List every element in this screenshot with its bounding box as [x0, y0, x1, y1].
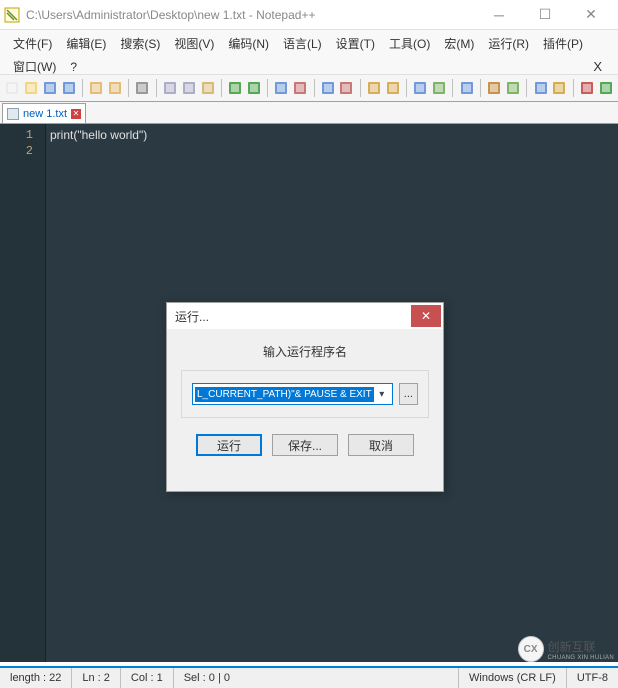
- tab-label: new 1.txt: [23, 108, 67, 120]
- close-all-icon[interactable]: [107, 78, 124, 98]
- gutter: 1 2: [0, 124, 46, 662]
- separator: [267, 79, 268, 97]
- run-button[interactable]: 运行: [196, 434, 262, 456]
- maximize-button[interactable]: ☐: [522, 0, 568, 30]
- lang-icon[interactable]: [486, 78, 503, 98]
- save-button[interactable]: 保存...: [272, 434, 338, 456]
- find-icon[interactable]: [273, 78, 290, 98]
- menu-tools[interactable]: 工具(O): [382, 32, 437, 55]
- toolbar: [0, 74, 618, 102]
- tabbar: new 1.txt ✕: [0, 102, 618, 124]
- program-name-combobox[interactable]: L_CURRENT_PATH)"& PAUSE & EXIT ▾: [192, 383, 393, 405]
- line-number: 2: [0, 143, 45, 159]
- sync-h-icon[interactable]: [384, 78, 401, 98]
- separator: [82, 79, 83, 97]
- chevron-down-icon[interactable]: ▾: [374, 389, 390, 400]
- menu-encoding[interactable]: 编码(N): [221, 32, 276, 55]
- minimize-button[interactable]: ─: [476, 0, 522, 30]
- status-line: Ln : 2: [72, 668, 121, 688]
- menu-settings[interactable]: 设置(T): [329, 32, 382, 55]
- copy-icon[interactable]: [180, 78, 197, 98]
- save-all-icon[interactable]: [60, 78, 77, 98]
- menubar: 文件(F) 编辑(E) 搜索(S) 视图(V) 编码(N) 语言(L) 设置(T…: [0, 30, 618, 74]
- undo-icon[interactable]: [227, 78, 244, 98]
- separator: [406, 79, 407, 97]
- menu-help[interactable]: ?: [63, 57, 84, 77]
- sync-v-icon[interactable]: [366, 78, 383, 98]
- doc-map-icon[interactable]: [505, 78, 522, 98]
- redo-icon[interactable]: [245, 78, 262, 98]
- zoom-in-icon[interactable]: [319, 78, 336, 98]
- line-number: 1: [0, 127, 45, 143]
- separator: [480, 79, 481, 97]
- watermark-subtext: CHUANG XIN HULIAN: [548, 655, 614, 661]
- status-length: length : 22: [0, 668, 72, 688]
- show-all-icon[interactable]: [431, 78, 448, 98]
- close-icon[interactable]: [88, 78, 105, 98]
- file-icon: [7, 108, 19, 120]
- close-button[interactable]: ✕: [568, 0, 614, 30]
- folder-icon[interactable]: [551, 78, 568, 98]
- menu-search[interactable]: 搜索(S): [113, 32, 167, 55]
- separator: [156, 79, 157, 97]
- dialog-label: 输入运行程序名: [179, 343, 431, 360]
- separator: [314, 79, 315, 97]
- menu-file[interactable]: 文件(F): [6, 32, 59, 55]
- titlebar: C:\Users\Administrator\Desktop\new 1.txt…: [0, 0, 618, 30]
- indent-guide-icon[interactable]: [458, 78, 475, 98]
- cut-icon[interactable]: [162, 78, 179, 98]
- dialog-title: 运行...: [175, 308, 209, 325]
- menu-edit[interactable]: 编辑(E): [59, 32, 113, 55]
- combobox-value: L_CURRENT_PATH)"& PAUSE & EXIT: [195, 387, 374, 402]
- function-list-icon[interactable]: [532, 78, 549, 98]
- separator: [360, 79, 361, 97]
- separator: [452, 79, 453, 97]
- menu-plugins[interactable]: 插件(P): [536, 32, 590, 55]
- separator: [221, 79, 222, 97]
- status-eol: Windows (CR LF): [459, 668, 567, 688]
- menu-run[interactable]: 运行(R): [481, 32, 536, 55]
- tab-file[interactable]: new 1.txt ✕: [2, 103, 86, 123]
- save-icon[interactable]: [41, 78, 58, 98]
- code-line: print("hello world"): [50, 127, 614, 143]
- zoom-out-icon[interactable]: [338, 78, 355, 98]
- status-col: Col : 1: [121, 668, 174, 688]
- separator: [573, 79, 574, 97]
- statusbar: length : 22 Ln : 2 Col : 1 Sel : 0 | 0 W…: [0, 666, 618, 688]
- menu-close-x[interactable]: X: [583, 57, 612, 76]
- watermark-text: 创新互联: [548, 638, 614, 655]
- menu-view[interactable]: 视图(V): [167, 32, 221, 55]
- run-dialog: 运行... ✕ 输入运行程序名 L_CURRENT_PATH)"& PAUSE …: [166, 302, 444, 492]
- code-line: [50, 143, 614, 159]
- status-sel: Sel : 0 | 0: [174, 668, 459, 688]
- watermark-logo: CX: [518, 636, 544, 662]
- app-icon: [4, 7, 20, 23]
- record-icon[interactable]: [578, 78, 595, 98]
- paste-icon[interactable]: [199, 78, 216, 98]
- wrap-icon[interactable]: [412, 78, 429, 98]
- separator: [526, 79, 527, 97]
- tab-close-icon[interactable]: ✕: [71, 109, 81, 119]
- replace-icon[interactable]: [292, 78, 309, 98]
- menu-window[interactable]: 窗口(W): [6, 55, 63, 78]
- menu-language[interactable]: 语言(L): [276, 32, 329, 55]
- dialog-titlebar: 运行... ✕: [167, 303, 443, 329]
- browse-button[interactable]: ...: [399, 383, 418, 405]
- separator: [128, 79, 129, 97]
- status-encoding: UTF-8: [567, 668, 618, 688]
- window-title: C:\Users\Administrator\Desktop\new 1.txt…: [26, 8, 476, 22]
- new-file-icon[interactable]: [4, 78, 21, 98]
- open-file-icon[interactable]: [23, 78, 40, 98]
- print-icon[interactable]: [134, 78, 151, 98]
- menu-macro[interactable]: 宏(M): [437, 32, 481, 55]
- dialog-close-button[interactable]: ✕: [411, 305, 441, 327]
- play-icon[interactable]: [597, 78, 614, 98]
- watermark: CX 创新互联 CHUANG XIN HULIAN: [518, 636, 614, 662]
- cancel-button[interactable]: 取消: [348, 434, 414, 456]
